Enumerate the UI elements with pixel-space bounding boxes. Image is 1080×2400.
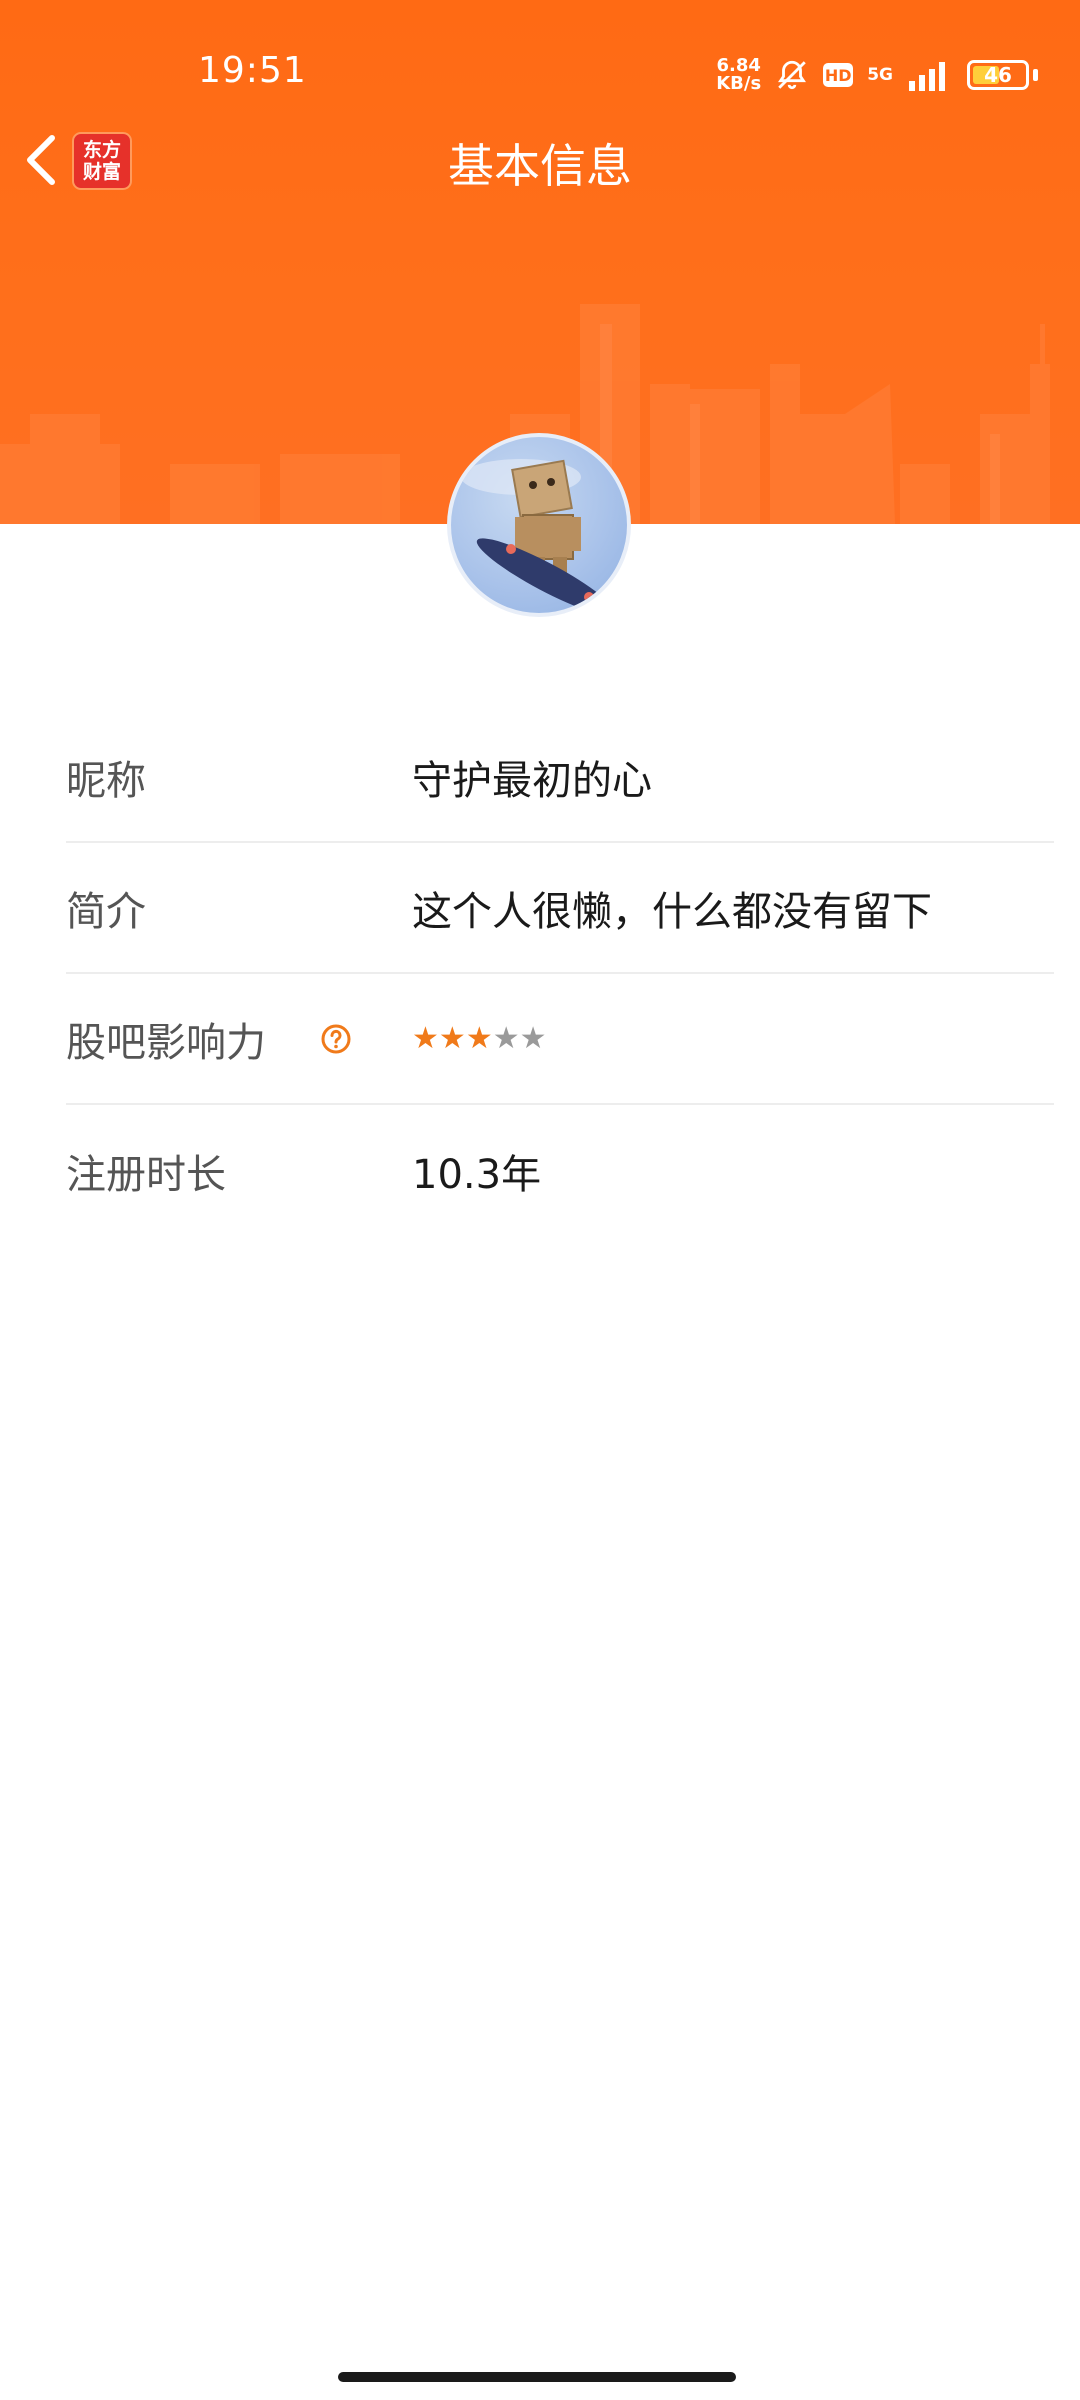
influence-label-wrap: 股吧影响力 bbox=[66, 1010, 412, 1068]
page-title: 基本信息 bbox=[448, 139, 632, 193]
star-filled-icon: ★ bbox=[438, 1020, 466, 1056]
home-indicator[interactable] bbox=[338, 2372, 736, 2382]
hd-badge: HD bbox=[823, 63, 854, 87]
star-filled-icon: ★ bbox=[412, 1020, 439, 1056]
star-empty-icon: ★ bbox=[492, 1020, 520, 1056]
battery-tip bbox=[1033, 69, 1038, 81]
influence-rating: ★ ★ ★ ★ ★ bbox=[412, 1020, 547, 1056]
profile-info-list: 昵称 守护最初的心 简介 这个人很懒，什么都没有留下 股吧影响力 ★ ★ ★ ★ ★ 注… bbox=[66, 712, 1054, 1236]
star-empty-icon: ★ bbox=[519, 1020, 547, 1056]
signal-icon bbox=[909, 62, 945, 91]
status-time: 19:51 bbox=[198, 50, 307, 91]
screen: 19:51 6.84 KB/s HD 5G 46 东方 财富 基本信息 昵称 守… bbox=[0, 0, 1080, 2400]
battery-icon: 46 bbox=[967, 60, 1029, 90]
battery-percent: 46 bbox=[984, 63, 1012, 87]
bell-muted-icon bbox=[778, 60, 807, 90]
network-type: 5G bbox=[867, 64, 893, 85]
avatar[interactable] bbox=[447, 433, 631, 617]
row-bio: 简介 这个人很懒，什么都没有留下 bbox=[66, 843, 1054, 974]
registration-value: 10.3年 bbox=[412, 1151, 542, 1198]
question-circle-icon[interactable] bbox=[320, 1023, 352, 1055]
net-speed-unit: KB/s bbox=[716, 73, 762, 94]
star-filled-icon: ★ bbox=[465, 1020, 493, 1056]
registration-label: 注册时长 bbox=[66, 1151, 226, 1198]
bio-label: 简介 bbox=[66, 888, 146, 935]
avatar-image bbox=[461, 459, 616, 613]
row-influence: 股吧影响力 ★ ★ ★ ★ ★ bbox=[66, 974, 1054, 1105]
status-icons: 6.84 KB/s HD 5G 46 bbox=[716, 52, 1038, 98]
influence-label: 股吧影响力 bbox=[66, 1019, 266, 1066]
net-speed: 6.84 KB/s bbox=[716, 57, 761, 93]
bio-value: 这个人很懒，什么都没有留下 bbox=[412, 888, 932, 935]
row-nickname: 昵称 守护最初的心 bbox=[66, 712, 1054, 843]
nickname-value: 守护最初的心 bbox=[412, 757, 652, 804]
nickname-label: 昵称 bbox=[66, 757, 146, 804]
row-registration: 注册时长 10.3年 bbox=[66, 1105, 1054, 1236]
